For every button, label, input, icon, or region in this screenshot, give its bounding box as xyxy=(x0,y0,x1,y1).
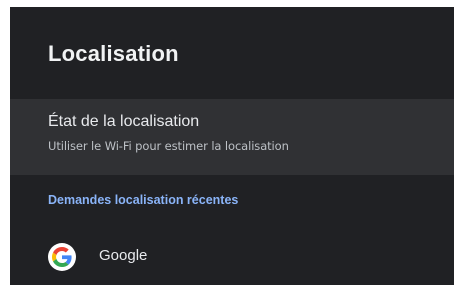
location-settings-screen: Localisation État de la localisation Uti… xyxy=(10,7,454,285)
recent-requests-section-title: Demandes localisation récentes xyxy=(48,193,239,207)
location-status-subtitle: Utiliser le Wi-Fi pour estimer la locali… xyxy=(48,139,289,153)
page-title: Localisation xyxy=(48,41,179,66)
list-item-label: Google xyxy=(99,247,148,264)
list-item-google[interactable]: Google xyxy=(10,233,454,279)
google-icon xyxy=(48,243,76,271)
location-status-item[interactable]: État de la localisation Utiliser le Wi-F… xyxy=(10,99,454,175)
location-status-title: État de la localisation xyxy=(48,113,200,130)
header: Localisation xyxy=(10,7,454,99)
